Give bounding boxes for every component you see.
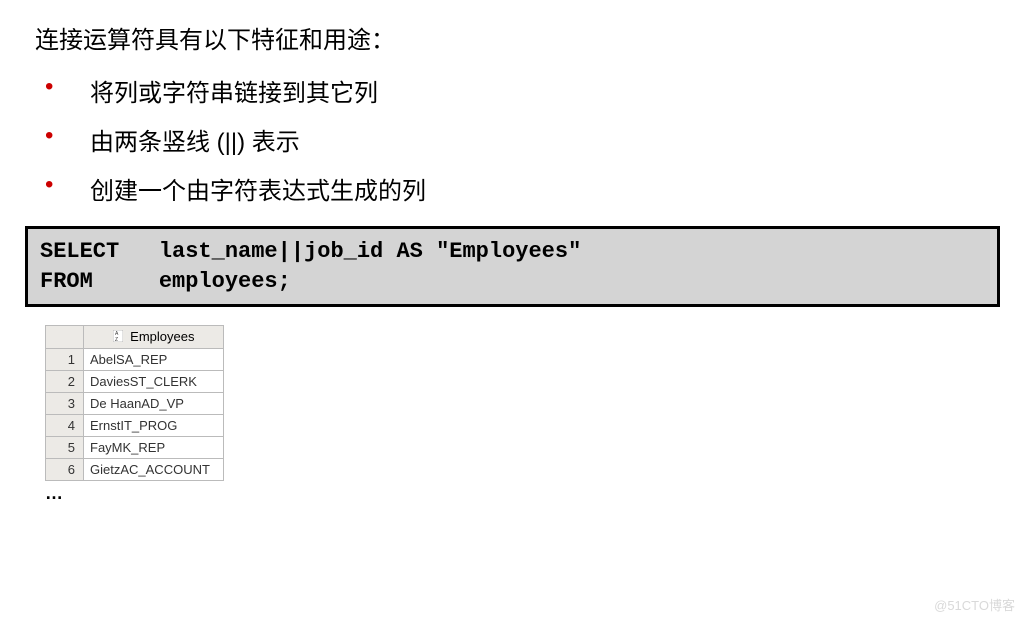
table-row: 5 FayMK_REP <box>46 437 224 459</box>
result-table: A Z Employees 1 AbelSA_REP 2 DaviesST_CL… <box>45 325 224 481</box>
watermark-text: @51CTO博客 <box>934 595 1015 614</box>
list-item-text: 将列或字符串链接到其它列 <box>80 80 378 107</box>
list-item: 创建一个由字符表达式生成的列 <box>80 171 1000 206</box>
row-number: 3 <box>46 393 84 415</box>
cell-value: FayMK_REP <box>84 437 224 459</box>
table-row: 4 ErnstIT_PROG <box>46 415 224 437</box>
list-item-text: 创建一个由字符表达式生成的列 <box>80 178 426 205</box>
row-number: 2 <box>46 371 84 393</box>
table-header-row: A Z Employees <box>46 326 224 349</box>
sql-code-block: SELECT last_name||job_id AS "Employees" … <box>25 226 1000 307</box>
row-number: 6 <box>46 459 84 481</box>
list-item: 由两条竖线 (||) 表示 <box>80 122 1000 157</box>
row-number: 1 <box>46 349 84 371</box>
table-row: 1 AbelSA_REP <box>46 349 224 371</box>
table-row: 2 DaviesST_CLERK <box>46 371 224 393</box>
list-item: 将列或字符串链接到其它列 <box>80 73 1000 108</box>
cell-value: AbelSA_REP <box>84 349 224 371</box>
cell-value: GietzAC_ACCOUNT <box>84 459 224 481</box>
list-item-text: 由两条竖线 (||) 表示 <box>80 129 300 156</box>
column-header: A Z Employees <box>84 326 224 349</box>
cell-value: De HaanAD_VP <box>84 393 224 415</box>
feature-list: 将列或字符串链接到其它列 由两条竖线 (||) 表示 创建一个由字符表达式生成的… <box>80 73 1000 206</box>
row-number: 5 <box>46 437 84 459</box>
cell-value: ErnstIT_PROG <box>84 415 224 437</box>
svg-text:Z: Z <box>115 337 118 342</box>
row-number: 4 <box>46 415 84 437</box>
heading-text: 连接运算符具有以下特征和用途： <box>35 20 1000 55</box>
table-row: 3 De HaanAD_VP <box>46 393 224 415</box>
text-column-icon: A Z <box>113 330 123 345</box>
table-row: 6 GietzAC_ACCOUNT <box>46 459 224 481</box>
cell-value: DaviesST_CLERK <box>84 371 224 393</box>
rownum-header <box>46 326 84 349</box>
truncation-indicator: … <box>45 483 1000 504</box>
column-header-text: Employees <box>130 329 194 344</box>
